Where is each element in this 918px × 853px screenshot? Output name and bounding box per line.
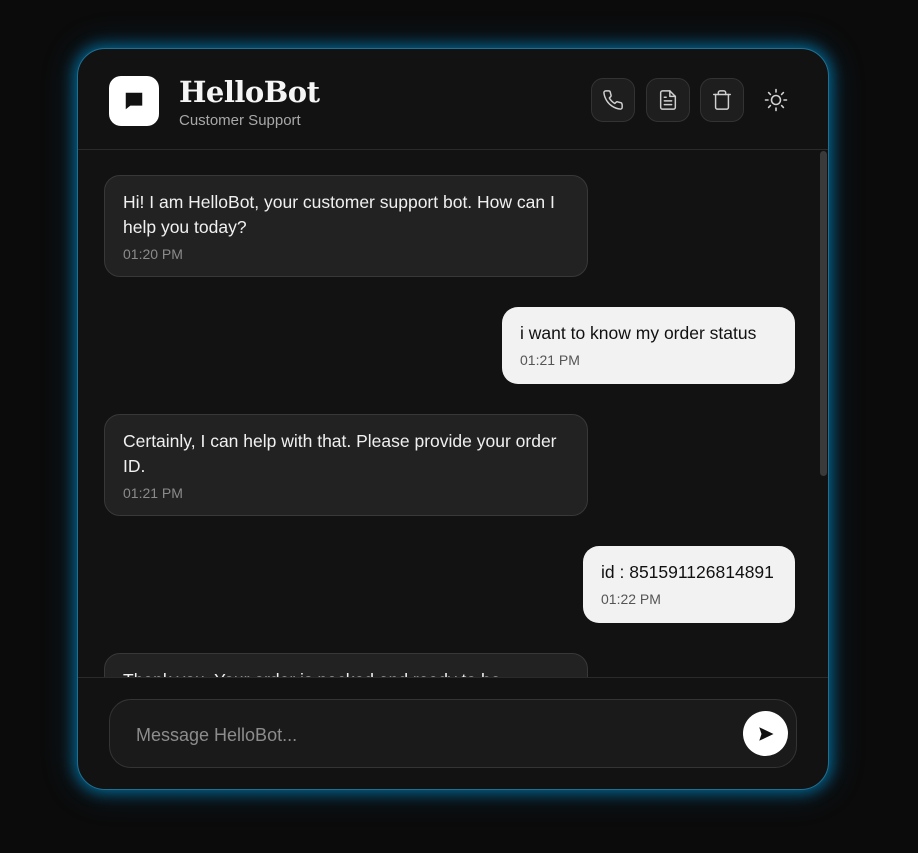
message-text: Thank you. Your order is packed and read…: [123, 668, 569, 677]
bot-message: Thank you. Your order is packed and read…: [104, 653, 588, 677]
app-subtitle: Customer Support: [179, 112, 301, 129]
message-text: Certainly, I can help with that. Please …: [123, 431, 557, 476]
sun-icon: [764, 88, 788, 112]
clear-chat-button[interactable]: [700, 78, 744, 122]
send-icon: [758, 726, 773, 741]
user-message: i want to know my order status 01:21 PM: [502, 307, 795, 384]
chat-header: HelloBot Customer Support: [78, 49, 828, 150]
message-text: Hi! I am HelloBot, your customer support…: [123, 192, 555, 237]
app-title: HelloBot: [179, 75, 320, 109]
transcript-button[interactable]: [646, 78, 690, 122]
send-button[interactable]: [743, 711, 788, 756]
composer-area: [78, 677, 828, 789]
message-input[interactable]: [134, 712, 728, 758]
phone-icon: [603, 90, 623, 110]
bot-message: Certainly, I can help with that. Please …: [104, 414, 588, 516]
message-timestamp: 01:21 PM: [123, 485, 183, 501]
bot-message: Hi! I am HelloBot, your customer support…: [104, 175, 588, 277]
document-icon: [659, 90, 677, 110]
composer: [109, 699, 797, 768]
chat-window: HelloBot Customer Support Hi! I am Hello…: [77, 48, 829, 790]
message-timestamp: 01:22 PM: [601, 591, 661, 607]
message-timestamp: 01:21 PM: [520, 352, 580, 368]
call-button[interactable]: [591, 78, 635, 122]
message-text: id : 851591126814891: [601, 562, 774, 582]
message-text: i want to know my order status: [520, 323, 757, 343]
theme-toggle-button[interactable]: [754, 78, 798, 122]
bot-logo: [109, 76, 159, 126]
user-message: id : 851591126814891 01:22 PM: [583, 546, 795, 623]
chat-bubble-icon: [125, 92, 143, 110]
message-scrollbar[interactable]: [820, 151, 827, 476]
message-list[interactable]: Hi! I am HelloBot, your customer support…: [78, 150, 828, 677]
trash-icon: [713, 90, 731, 110]
message-timestamp: 01:20 PM: [123, 246, 183, 262]
